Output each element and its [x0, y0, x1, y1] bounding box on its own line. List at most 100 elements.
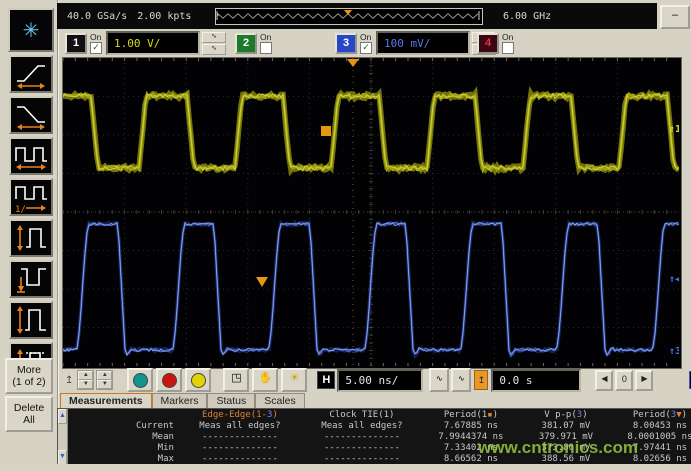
measurement-value: 7.97441 ns: [612, 443, 691, 454]
channel-3-button[interactable]: 3: [335, 33, 357, 54]
marker-handle-icon[interactable]: ↥: [65, 375, 73, 386]
color-yellow-button[interactable]: [185, 368, 211, 392]
delete-all-button[interactable]: DeleteAll: [5, 396, 53, 432]
measurement-value: 381.07 mV: [520, 421, 612, 432]
fall-time-measure-button[interactable]: [9, 96, 53, 134]
row-label: Min: [68, 443, 178, 454]
more-button[interactable]: More(1 of 2): [5, 358, 53, 394]
page-flip-button[interactable]: ◳: [223, 368, 249, 392]
v-pp-measure-button[interactable]: [9, 301, 53, 339]
tab-scales[interactable]: Scales: [255, 393, 305, 408]
period-icon: [13, 140, 49, 172]
preview-waveform: [216, 9, 480, 22]
sample-rate-label: 40.0 GSa/s: [67, 11, 127, 22]
memory-depth-label: 2.00 kpts: [137, 11, 191, 22]
channel-2-on-checkbox[interactable]: [260, 42, 272, 54]
tab-status[interactable]: Status: [207, 393, 255, 408]
channel-4-on-checkbox[interactable]: [502, 42, 514, 54]
v-pp-icon: [13, 304, 49, 336]
color-red-button[interactable]: [156, 368, 182, 392]
brightness-button[interactable]: ☀: [281, 368, 307, 392]
v-lower-measure-button[interactable]: [9, 260, 53, 298]
scope-graticule: ↑1↑◀↑3: [63, 58, 679, 366]
channel-1-on-checkbox[interactable]: ✓: [90, 42, 102, 54]
zoom-out-button[interactable]: ∿: [429, 368, 449, 392]
measurement-value: 7.67885 ns: [422, 421, 520, 432]
measurement-value: 7.9944374 ns: [422, 432, 520, 443]
position-display[interactable]: 0.0 s: [491, 369, 581, 392]
horizontal-toolbar: ↥ ▲▼ ▲▼ ◳ ✋ ☀ H 5.00 ns/ ∿ ∿ ↥ 0.0 s ◀ 0…: [57, 368, 691, 392]
table-row: Min----------------------------7.33402 n…: [68, 443, 691, 454]
time-reference-icon[interactable]: ↥: [474, 370, 488, 390]
channel-bar: 1On✓1.00 V/∿∿2On3On✓100 mV/∿∿4On: [57, 29, 691, 57]
spin-up-icon[interactable]: ▲: [78, 371, 93, 380]
trigger-position-marker: [347, 59, 359, 67]
acquisition-preview-bar[interactable]: [215, 8, 483, 25]
measurements-scrollbar[interactable]: ▲ ▼: [58, 409, 68, 465]
row-label: Current: [68, 421, 178, 432]
rise-time-icon: [13, 58, 49, 90]
channel-3-scale-display[interactable]: 100 mV/: [376, 31, 470, 55]
channel-1-setup-button[interactable]: ∿: [202, 32, 226, 43]
measurement-value: 7.33402 ns: [422, 443, 520, 454]
measurement-value: --------------: [178, 432, 302, 443]
column-header[interactable]: Edge-Edge(1-3): [178, 410, 302, 421]
column-header[interactable]: Period(1▪): [422, 410, 520, 421]
channel-1-controls: 1On✓1.00 V/∿∿: [65, 31, 226, 55]
channel-2-button[interactable]: 2: [235, 33, 257, 54]
row-label: Mean: [68, 432, 178, 443]
column-header[interactable]: V p-p(3): [520, 410, 612, 421]
channel-3-on-checkbox[interactable]: ✓: [360, 42, 372, 54]
tab-measurements[interactable]: Measurements: [60, 393, 152, 408]
rise-time-measure-button[interactable]: [9, 55, 53, 93]
touch-button[interactable]: ✋: [252, 368, 278, 392]
channel-4-controls: 4On: [477, 31, 514, 55]
measurement-value: Meas all edges?: [302, 421, 422, 432]
wave-icon: ∿: [458, 374, 465, 383]
pan-right-button[interactable]: ▶: [635, 370, 653, 391]
measurement-value: --------------: [302, 443, 422, 454]
scroll-down-icon[interactable]: ▼: [58, 450, 67, 465]
channel-1-scale-display[interactable]: 1.00 V/: [106, 31, 200, 55]
pan-left-button[interactable]: ◀: [595, 370, 613, 391]
measurement-value: --------------: [178, 443, 302, 454]
zoom-in-button[interactable]: ∿: [451, 368, 471, 392]
fall-time-icon: [13, 99, 49, 131]
channel-3-controls: 3On✓100 mV/∿∿: [335, 31, 496, 55]
amplitude-measure-button[interactable]: [9, 219, 53, 257]
scroll-up-icon[interactable]: ▲: [58, 409, 67, 424]
page-flip-icon: ◳: [231, 372, 241, 384]
channel-4-button[interactable]: 4: [477, 33, 499, 54]
table-header-row: Edge-Edge(1-3)Clock TIE(1)Period(1▪)V p-…: [68, 410, 691, 421]
infiniium-logo[interactable]: ✳: [8, 8, 54, 52]
column-header[interactable]: Clock TIE(1): [302, 410, 422, 421]
measurement-value: --------------: [302, 432, 422, 443]
ch3-ground-marker: ↑3: [669, 346, 679, 357]
tab-markers[interactable]: Markers: [152, 393, 208, 408]
color-teal-button[interactable]: [127, 368, 153, 392]
minimize-button[interactable]: –: [660, 5, 690, 29]
hand-icon: ✋: [259, 372, 273, 384]
measurements-panel: ▲ ▼ Edge-Edge(1-3)Clock TIE(1)Period(1▪)…: [57, 408, 691, 466]
channel-1-button[interactable]: 1: [65, 33, 87, 54]
waveform-display[interactable]: ↑1↑◀↑3: [62, 57, 682, 369]
sidebar: ✳ 1/ More(1 of 2) DeleteAll: [0, 0, 59, 471]
frequency-measure-button[interactable]: 1/: [9, 178, 53, 216]
channel-4-on-label: On: [502, 33, 513, 42]
spin-down-icon[interactable]: ▼: [97, 380, 112, 389]
spin-down-icon[interactable]: ▼: [78, 380, 93, 389]
channel-1-coupling-button[interactable]: ∿: [202, 44, 226, 55]
channel-3-on-label: On: [360, 33, 371, 42]
timebase-display[interactable]: 5.00 ns/: [337, 369, 423, 392]
measurement-value: 8.0001005 ns: [612, 432, 691, 443]
column-header[interactable]: Period(3▼): [612, 410, 691, 421]
period-measure-button[interactable]: [9, 137, 53, 175]
marker-a-spinner[interactable]: ▲▼: [77, 370, 94, 390]
sun-icon: ☀: [289, 372, 299, 384]
measurement-value: Meas all edges?: [178, 421, 302, 432]
svg-text:1/: 1/: [15, 205, 26, 213]
spin-up-icon[interactable]: ▲: [97, 371, 112, 380]
pan-zero-button[interactable]: 0: [615, 370, 633, 391]
measurement-value: 373.80 mV: [520, 443, 612, 454]
marker-b-spinner[interactable]: ▲▼: [96, 370, 113, 390]
